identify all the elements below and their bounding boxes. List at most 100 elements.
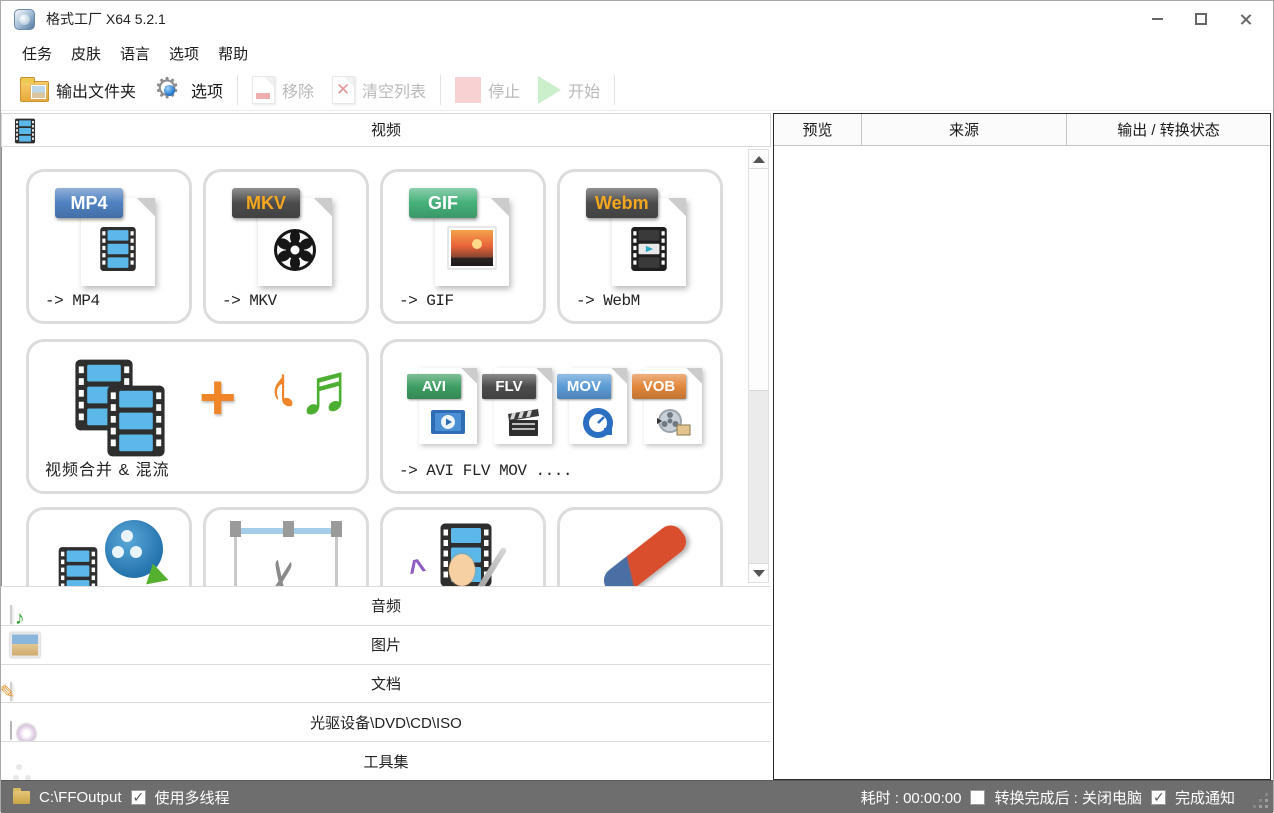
section-header-document[interactable]: 文档 [1, 664, 771, 703]
cards-scrollbar[interactable] [748, 149, 769, 583]
category-accordion: 音频 图片 文档 光驱设备\DVD\CD\ISO 工具集 [1, 586, 771, 780]
scrollbar-track[interactable] [749, 391, 768, 563]
video-section-label: 视频 [2, 114, 770, 148]
section-header-video[interactable]: 视频 [1, 113, 771, 147]
card-video-eraser[interactable] [557, 507, 723, 586]
card-caption: 视频合并 & 混流 [45, 456, 170, 480]
card-caption: -> MKV [222, 292, 277, 310]
movie-reel-icon [271, 226, 319, 279]
start-label: 开始 [568, 78, 600, 102]
mini-format-vob: VOB [634, 366, 706, 478]
card-video-merge-mux[interactable]: + ♪ ♬ 视频合并 & 混流 [26, 339, 369, 494]
statusbar-left: C:\FFOutput 使用多线程 [13, 787, 230, 808]
task-list-body [774, 146, 1270, 779]
notify-checkbox[interactable] [1151, 790, 1166, 805]
card-caption: -> AVI FLV MOV .... [399, 462, 572, 480]
close-button[interactable] [1223, 1, 1267, 37]
clear-list-icon [332, 76, 355, 104]
music-note-icon: ♪ [269, 354, 298, 421]
maximize-button[interactable] [1179, 1, 1223, 37]
window-title: 格式工厂 X64 5.2.1 [46, 9, 166, 29]
remove-label: 移除 [282, 78, 314, 102]
stop-button[interactable]: 停止 [446, 72, 529, 108]
folder-icon [13, 791, 30, 804]
app-window: 格式工厂 X64 5.2.1 任务 皮肤 语言 选项 帮助 输出文件夹 选项 移… [0, 0, 1274, 812]
section-header-toolset[interactable]: 工具集 [1, 741, 771, 780]
card-caption: -> GIF [399, 292, 454, 310]
format-badge: GIF [409, 188, 477, 218]
output-folder-button[interactable]: 输出文件夹 [11, 72, 145, 108]
menu-options[interactable]: 选项 [166, 41, 202, 66]
column-header-preview[interactable]: 预览 [774, 114, 862, 145]
format-badge: MP4 [55, 188, 123, 218]
person-icon [449, 554, 475, 586]
format-badge: FLV [482, 374, 536, 399]
card-to-mp4[interactable]: MP4 -> MP4 [26, 169, 192, 324]
shutdown-checkbox[interactable] [970, 790, 985, 805]
stop-label: 停止 [488, 78, 520, 102]
document-section-label: 文档 [1, 665, 771, 703]
menu-language[interactable]: 语言 [117, 41, 153, 66]
card-video-crop[interactable] [203, 507, 369, 586]
card-caption: -> MP4 [45, 292, 100, 310]
card-video-watermark[interactable]: ^ [380, 507, 546, 586]
output-folder-icon [20, 81, 49, 102]
sunset-photo-icon [447, 226, 497, 275]
scroll-up-button[interactable] [749, 150, 768, 169]
film-reel-icon [655, 408, 691, 443]
video-cards-area: MP4 -> MP4 MKV -> MKV GIF [1, 147, 771, 586]
toolbar: 输出文件夹 选项 移除 清空列表 停止 开始 [1, 69, 1273, 111]
scroll-down-button[interactable] [749, 563, 768, 582]
toolbar-separator [440, 75, 441, 105]
output-folder-label: 输出文件夹 [56, 78, 136, 102]
remove-icon [252, 76, 275, 104]
video-player-icon [431, 408, 465, 441]
output-path[interactable]: C:\FFOutput [39, 789, 122, 806]
menu-task[interactable]: 任务 [19, 41, 55, 66]
task-list-header: 预览 来源 输出 / 转换状态 [774, 114, 1270, 146]
card-to-avi-flv-mov[interactable]: AVI FLV MOV [380, 339, 723, 494]
clapperboard-icon [506, 408, 540, 443]
audio-section-label: 音频 [1, 587, 771, 625]
maximize-icon [1195, 13, 1207, 25]
eraser-icon [599, 520, 692, 586]
quicktime-icon [582, 408, 614, 445]
format-badge: MKV [232, 188, 300, 218]
scrollbar-thumb[interactable] [749, 169, 768, 391]
gear-icon [154, 75, 184, 105]
close-icon [1239, 13, 1252, 26]
menu-help[interactable]: 帮助 [215, 41, 251, 66]
card-to-gif[interactable]: GIF -> GIF [380, 169, 546, 324]
menu-skin[interactable]: 皮肤 [68, 41, 104, 66]
options-label: 选项 [191, 78, 223, 102]
window-controls [1135, 1, 1267, 37]
toolbar-separator [237, 75, 238, 105]
minimize-button[interactable] [1135, 1, 1179, 37]
clear-list-button[interactable]: 清空列表 [323, 72, 435, 108]
card-to-webm[interactable]: Webm -> WebM [557, 169, 723, 324]
multithread-label[interactable]: 使用多线程 [155, 787, 230, 808]
remove-button[interactable]: 移除 [243, 72, 323, 108]
plus-icon: + [199, 360, 236, 434]
options-button[interactable]: 选项 [145, 72, 232, 108]
multithread-checkbox[interactable] [131, 790, 146, 805]
card-video-clip[interactable] [26, 507, 192, 586]
start-button[interactable]: 开始 [529, 72, 609, 108]
section-header-audio[interactable]: 音频 [1, 586, 771, 625]
task-list-panel: 预览 来源 输出 / 转换状态 [773, 113, 1271, 780]
section-header-dvd-cd-iso[interactable]: 光驱设备\DVD\CD\ISO [1, 702, 771, 741]
format-badge: MOV [557, 374, 611, 399]
statusbar-right: 耗时 : 00:00:00 转换完成后 : 关闭电脑 完成通知 [861, 787, 1235, 808]
column-header-source[interactable]: 来源 [862, 114, 1067, 145]
crop-scissors-icon [234, 528, 338, 586]
section-header-picture[interactable]: 图片 [1, 625, 771, 664]
column-header-output-status[interactable]: 输出 / 转换状态 [1067, 114, 1270, 145]
titlebar: 格式工厂 X64 5.2.1 [1, 1, 1273, 37]
notify-label[interactable]: 完成通知 [1175, 787, 1235, 808]
shutdown-label[interactable]: 转换完成后 : 关闭电脑 [994, 787, 1142, 808]
resize-grip-icon[interactable] [1254, 794, 1268, 808]
format-badge: VOB [632, 374, 686, 399]
card-to-mkv[interactable]: MKV -> MKV [203, 169, 369, 324]
elapsed-time: 耗时 : 00:00:00 [861, 787, 962, 808]
filmstrip-play-icon [626, 226, 672, 277]
